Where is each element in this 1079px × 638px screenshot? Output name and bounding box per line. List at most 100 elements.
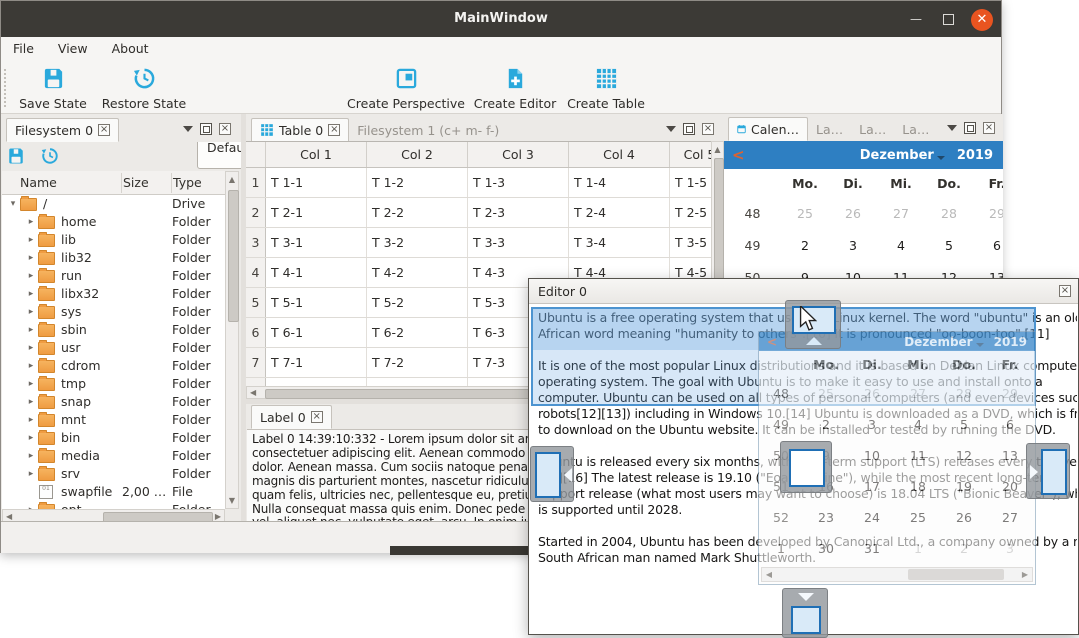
table-cell[interactable]: T 6-2 — [367, 318, 468, 347]
calendar-day-cell[interactable]: 27 — [877, 206, 925, 221]
panel-menu-icon[interactable] — [183, 126, 193, 132]
calendar-month-button[interactable]: Dezember — [860, 148, 945, 163]
table-cell[interactable]: T 1-2 — [367, 168, 468, 197]
tab-close-icon[interactable]: × — [311, 411, 323, 423]
scroll-up-icon[interactable]: ▲ — [712, 145, 723, 154]
expander-open-icon[interactable]: ▾ — [6, 195, 20, 213]
tree-row[interactable]: ▸tmpFolder — [2, 375, 225, 393]
tab-label-1[interactable]: La… — [808, 117, 851, 141]
panel-float-icon[interactable] — [200, 123, 212, 135]
tree-row[interactable]: ▸sysFolder — [2, 303, 225, 321]
dock-indicator-bottom[interactable] — [782, 588, 828, 638]
expander-icon[interactable]: ▸ — [24, 231, 38, 249]
calendar-day-cell[interactable]: 5 — [925, 238, 973, 253]
calendar-day-cell[interactable]: 29 — [973, 206, 1003, 221]
tree-row[interactable]: ▸snapFolder — [2, 393, 225, 411]
scroll-left-icon[interactable]: ◀ — [250, 388, 256, 397]
column-size[interactable]: Size — [123, 171, 149, 195]
calendar-day-cell[interactable]: 26 — [829, 206, 877, 221]
column-type[interactable]: Type — [173, 171, 202, 195]
panel-close-icon[interactable]: × — [983, 122, 995, 134]
table-cell[interactable]: T 4-2 — [367, 258, 468, 287]
scrollbar-thumb[interactable] — [228, 190, 239, 322]
tree-row[interactable]: ▸mediaFolder — [2, 447, 225, 465]
table-row-header[interactable]: 4 — [246, 258, 266, 287]
calendar-prev-icon[interactable]: < — [724, 146, 758, 164]
table-cell[interactable]: T 7-2 — [367, 348, 468, 377]
table-cell[interactable]: T 1-4 — [569, 168, 670, 197]
create-perspective-button[interactable]: Create Perspective — [346, 63, 466, 111]
table-row-header[interactable]: 5 — [246, 288, 266, 317]
minimize-button[interactable]: — — [905, 9, 927, 31]
window-bottom-edge[interactable] — [390, 546, 530, 555]
table-cell[interactable]: T 6-1 — [266, 318, 367, 347]
tree-row[interactable]: ▸runFolder — [2, 267, 225, 285]
calendar-day-cell[interactable]: 6 — [973, 238, 1003, 253]
table-row-header[interactable]: 3 — [246, 228, 266, 257]
expander-icon[interactable]: ▸ — [24, 375, 38, 393]
panel-close-icon[interactable]: × — [702, 123, 714, 135]
table-cell[interactable]: T 1-1 — [266, 168, 367, 197]
table-cell[interactable]: T 2-3 — [468, 198, 569, 227]
table-cell[interactable]: T 2-5 — [670, 198, 711, 227]
save-state-button[interactable]: Save State — [9, 63, 97, 111]
dock-indicator-center[interactable] — [780, 441, 832, 493]
restore-state-button[interactable]: Restore State — [99, 63, 189, 111]
table-cell[interactable]: T 3-3 — [468, 228, 569, 257]
editor-close-icon[interactable]: × — [1059, 285, 1071, 297]
expander-icon[interactable]: ▸ — [24, 267, 38, 285]
tree-row[interactable]: ▸libFolder — [2, 231, 225, 249]
scroll-up-icon[interactable]: ▲ — [226, 175, 238, 184]
table-cell[interactable]: T 2-2 — [367, 198, 468, 227]
scroll-right-icon[interactable]: ▶ — [215, 512, 221, 521]
tree-row[interactable]: 01swapfile2,00 …File — [2, 483, 225, 501]
tab-close-icon[interactable]: × — [98, 124, 110, 136]
scroll-down-icon[interactable]: ▼ — [226, 496, 238, 505]
expander-icon[interactable]: ▸ — [24, 429, 38, 447]
expander-icon[interactable]: ▸ — [24, 465, 38, 483]
table-column-header[interactable]: Col 2 — [367, 142, 468, 167]
scrollbar-thumb[interactable] — [714, 158, 724, 280]
table-cell[interactable]: T 5-2 — [367, 288, 468, 317]
tab-calendar-0[interactable]: Calen… — [728, 117, 808, 141]
tree-row[interactable]: ▸srvFolder — [2, 465, 225, 483]
expander-icon[interactable]: ▸ — [24, 321, 38, 339]
tab-label-3[interactable]: La… — [894, 117, 937, 141]
expander-icon[interactable]: ▸ — [24, 249, 38, 267]
tree-vertical-scrollbar[interactable]: ▲ ▼ — [225, 171, 239, 509]
expander-icon[interactable]: ▸ — [24, 393, 38, 411]
create-editor-button[interactable]: Create Editor — [471, 63, 559, 111]
table-cell[interactable]: T 7-1 — [266, 348, 367, 377]
expander-icon[interactable]: ▸ — [24, 213, 38, 231]
calendar-day-cell[interactable]: 28 — [925, 206, 973, 221]
menu-file[interactable]: File — [1, 37, 46, 61]
table-column-header[interactable]: Col 4 — [569, 142, 670, 167]
tab-filesystem-1[interactable]: Filesystem 1 (c+ m- f-) — [349, 118, 507, 142]
table-column-header[interactable]: Col 1 — [266, 142, 367, 167]
dock-indicator-right[interactable] — [1026, 443, 1070, 499]
tree-row[interactable]: ▸binFolder — [2, 429, 225, 447]
maximize-button[interactable] — [937, 9, 959, 31]
close-button[interactable]: ✕ — [971, 9, 993, 31]
calendar-day-cell[interactable]: 2 — [781, 238, 829, 253]
expander-icon[interactable]: ▸ — [24, 501, 38, 509]
create-table-button[interactable]: Create Table — [563, 63, 649, 111]
table-row-header[interactable]: 1 — [246, 168, 266, 197]
table-cell[interactable]: T 5-1 — [266, 288, 367, 317]
expander-icon[interactable]: ▸ — [24, 447, 38, 465]
expander-icon[interactable]: ▸ — [24, 285, 38, 303]
table-cell[interactable]: T 3-2 — [367, 228, 468, 257]
calendar-day-cell[interactable]: 3 — [829, 238, 877, 253]
expander-icon[interactable]: ▸ — [24, 339, 38, 357]
panel-float-icon[interactable] — [683, 123, 695, 135]
tab-table-0[interactable]: Table 0 × — [251, 118, 349, 142]
panel-float-icon[interactable] — [964, 122, 976, 134]
table-cell[interactable]: T 3-1 — [266, 228, 367, 257]
tree-row[interactable]: ▸homeFolder — [2, 213, 225, 231]
table-cell[interactable]: T 2-4 — [569, 198, 670, 227]
tree-row[interactable]: ▸lib32Folder — [2, 249, 225, 267]
calendar-day-cell[interactable]: 25 — [781, 206, 829, 221]
table-cell[interactable]: T 3-5 — [670, 228, 711, 257]
scroll-left-icon[interactable]: ◀ — [6, 512, 12, 521]
scrollbar-thumb[interactable] — [265, 389, 567, 399]
